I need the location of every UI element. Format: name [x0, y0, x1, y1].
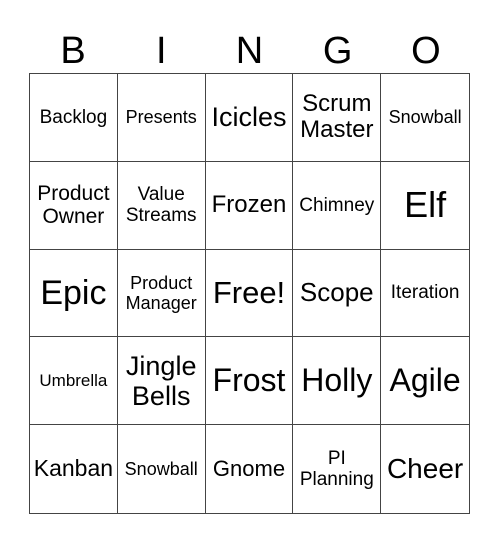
bingo-cell[interactable]: Presents: [117, 74, 206, 162]
bingo-cell[interactable]: Backlog: [30, 74, 118, 162]
bingo-cell[interactable]: Agile: [381, 337, 469, 426]
bingo-cell[interactable]: Kanban: [30, 425, 118, 513]
bingo-cell[interactable]: Value Streams: [117, 161, 206, 250]
bingo-cell[interactable]: Free!: [205, 249, 294, 338]
bingo-grid: Backlog Presents Icicles Scrum Master Snowba…: [29, 73, 470, 514]
bingo-cell[interactable]: Snowball: [118, 425, 206, 513]
bingo-cell[interactable]: Umbrella: [30, 337, 118, 426]
bingo-cell[interactable]: Frozen: [205, 161, 294, 250]
bingo-cell[interactable]: Product Manager: [117, 249, 206, 338]
bingo-cell[interactable]: Chimney: [293, 161, 382, 250]
bingo-cell[interactable]: Scope: [293, 249, 382, 338]
bingo-header: B I N G O: [29, 30, 470, 73]
bingo-cell[interactable]: Gnome: [206, 425, 294, 513]
bingo-cell[interactable]: Snowball: [381, 74, 469, 162]
bingo-cell[interactable]: Epic: [30, 249, 118, 338]
bingo-cell[interactable]: Product Owner: [30, 161, 118, 250]
bingo-cell[interactable]: Iteration: [381, 250, 469, 338]
bingo-cell[interactable]: Jingle Bells: [117, 337, 206, 426]
header-letter-b: B: [60, 30, 86, 72]
header-letter-g: G: [322, 30, 353, 72]
bingo-cell[interactable]: Holly: [293, 337, 382, 426]
bingo-cell[interactable]: Frost: [205, 337, 294, 426]
bingo-cell[interactable]: PI Planning: [293, 425, 382, 513]
bingo-cell[interactable]: Icicles: [205, 74, 294, 162]
bingo-cell[interactable]: Elf: [381, 162, 469, 250]
header-letter-i: I: [156, 30, 167, 72]
bingo-cell[interactable]: Scrum Master: [293, 74, 382, 162]
bingo-cell[interactable]: Cheer: [381, 425, 469, 513]
header-letter-o: O: [411, 30, 441, 72]
header-letter-n: N: [235, 30, 264, 72]
